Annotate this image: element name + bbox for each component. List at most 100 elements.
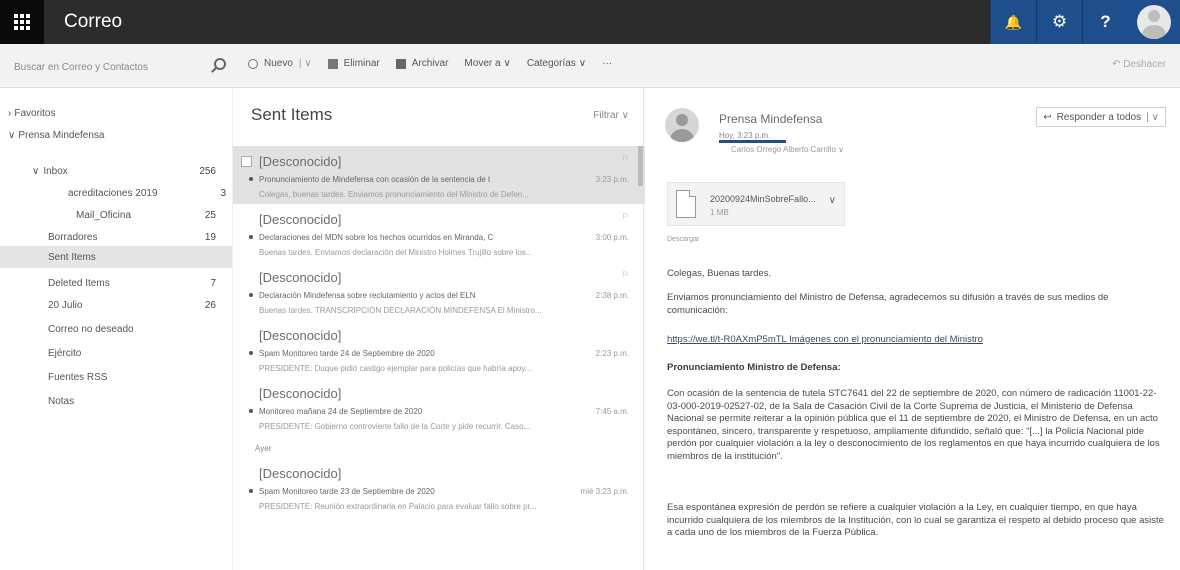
message-sender: [Desconocido]: [259, 328, 342, 343]
chevron-down-icon: ∨: [32, 165, 40, 177]
attachment-size: 1 MB: [710, 208, 729, 217]
folder-mail-oficina[interactable]: Mail_Oficina 25: [76, 204, 216, 226]
unread-dot: [249, 177, 253, 181]
new-button[interactable]: Nuevo | ∨: [248, 58, 312, 69]
chevron-down-icon: ∨: [578, 58, 587, 69]
message-list: Sent Items Filtrar ∨ [Desconocido] ⚐ Pro…: [232, 88, 645, 570]
message-time: 2:23 p.m.: [595, 349, 629, 358]
bell-icon: 🔔: [1004, 13, 1023, 30]
undo-button[interactable]: ↶ Deshacer: [1112, 59, 1166, 70]
search-placeholder: Buscar en Correo y Contactos: [14, 61, 148, 73]
folder-count: 3: [220, 187, 226, 199]
settings-button[interactable]: ⚙: [1036, 0, 1082, 44]
folder-count: 7: [210, 277, 216, 289]
flag-icon[interactable]: ⚐: [622, 154, 629, 163]
list-item[interactable]: [Desconocido] Spam Monitoreo tarde 23 de…: [233, 458, 645, 516]
message-subject: Declaración Mindefensa sobre reclutamien…: [259, 291, 476, 300]
more-actions-button[interactable]: ···: [602, 58, 612, 69]
help-button[interactable]: ?: [1082, 0, 1128, 44]
folder-20-julio[interactable]: 20 Julio 26: [48, 294, 216, 316]
chevron-down-icon[interactable]: | ∨: [299, 58, 312, 69]
suite-header: Correo 🔔 ⚙ ?: [0, 0, 1180, 44]
account-button[interactable]: [1128, 0, 1180, 44]
unread-dot: [249, 235, 253, 239]
message-subject: Pronunciamiento de Mindefensa con ocasió…: [259, 175, 491, 184]
folder-rss[interactable]: Fuentes RSS: [48, 366, 216, 388]
folder-count: 256: [199, 165, 216, 177]
message-sender: [Desconocido]: [259, 386, 342, 401]
folder-pane: › Favoritos ∨ Prensa Mindefensa ∨ Inbox 256 …: [0, 88, 232, 570]
gear-icon: ⚙: [1051, 12, 1068, 31]
delete-label: Eliminar: [343, 58, 380, 69]
message-time: 7:45 a.m.: [595, 407, 629, 416]
archive-button[interactable]: Archivar: [395, 58, 448, 69]
message-time: 2:38 p.m.: [595, 291, 629, 300]
message-preview: Buenas tardes. Enviamos declaración del …: [259, 248, 533, 257]
app-launcher-button[interactable]: [0, 0, 44, 44]
folder-count: 25: [204, 209, 216, 221]
reading-recipients[interactable]: Carlos Orrego Alberto Carrillo ∨: [731, 145, 844, 154]
folder-account[interactable]: ∨ Prensa Mindefensa: [8, 124, 224, 146]
list-item[interactable]: [Desconocido] ⚐ Declaraciones del MDN so…: [233, 204, 645, 262]
message-preview: PRESIDENTE: Gobierno controvierte fallo …: [259, 422, 531, 431]
folder-favorites[interactable]: › Favoritos: [8, 102, 224, 124]
folder-label: acreditaciones 2019: [68, 187, 158, 199]
attachment-name: 20200924MinSobreFallo...: [710, 194, 816, 204]
folder-notes[interactable]: Notas: [48, 390, 216, 412]
reading-pane: Prensa Mindefensa Hoy, 3:23 p.m. Carlos …: [645, 88, 1180, 570]
list-item[interactable]: [Desconocido] ⚐ Declaración Mindefensa s…: [233, 262, 645, 320]
chevron-down-icon[interactable]: | ∨: [1146, 112, 1159, 123]
message-sender: [Desconocido]: [259, 270, 342, 285]
message-subject: Spam Monitoreo tarde 24 de Septiembre de…: [259, 349, 435, 358]
email-intro: Enviamos pronunciamiento del Ministro de…: [667, 292, 1109, 316]
folder-deleted-items[interactable]: Deleted Items 7: [48, 272, 216, 294]
group-header-yesterday: Ayer: [255, 444, 272, 453]
reply-all-icon: ↩: [1043, 111, 1052, 123]
folder-label: Correo no deseado: [48, 323, 134, 335]
folder-label: Ejército: [48, 347, 82, 359]
notifications-button[interactable]: 🔔: [990, 0, 1036, 44]
chevron-down-icon: ∨: [8, 129, 16, 141]
list-item[interactable]: [Desconocido] ⚐ Pronunciamiento de Minde…: [233, 146, 645, 204]
folder-drafts[interactable]: Borradores 19: [48, 226, 216, 248]
chevron-down-icon[interactable]: ∨: [829, 195, 836, 206]
unread-dot: [249, 409, 253, 413]
search-icon[interactable]: [214, 58, 226, 70]
search-input[interactable]: Buscar en Correo y Contactos: [14, 57, 232, 77]
folder-label: Favoritos: [14, 107, 56, 119]
move-to-button[interactable]: Mover a ∨: [464, 58, 510, 69]
reading-sender[interactable]: Prensa Mindefensa: [719, 112, 822, 126]
recipients-label: Carlos Orrego Alberto Carrillo: [731, 145, 836, 154]
scrollbar[interactable]: [638, 146, 643, 186]
list-item[interactable]: [Desconocido] Spam Monitoreo tarde 24 de…: [233, 320, 645, 378]
reading-date: Hoy, 3:23 p.m.: [719, 131, 787, 143]
folder-inbox[interactable]: ∨ Inbox 256: [32, 160, 216, 182]
categories-button[interactable]: Categorías ∨: [527, 58, 586, 69]
reply-all-button[interactable]: ↩ Responder a todos | ∨: [1036, 107, 1166, 127]
message-time: 3:00 p.m.: [595, 233, 629, 242]
folder-sent-items[interactable]: Sent Items: [0, 246, 232, 268]
more-icon: ···: [602, 58, 613, 69]
message-preview: PRESIDENTE: Duque pidió castigo ejemplar…: [259, 364, 532, 373]
attachment-card[interactable]: 20200924MinSobreFallo... 1 MB ∨: [667, 182, 845, 226]
email-greeting: Colegas, Buenas tardes.: [667, 268, 772, 279]
folder-ejercito[interactable]: Ejército: [48, 342, 216, 364]
delete-button[interactable]: Eliminar: [327, 58, 380, 69]
folder-acreditaciones[interactable]: acreditaciones 2019 3: [68, 182, 226, 204]
email-link[interactable]: https://we.tl/t-R0AXmP5mTL Imágenes con …: [667, 334, 1167, 347]
message-preview: PRESIDENTE: Reunión extraordinaria en Pa…: [259, 502, 537, 511]
help-icon: ?: [1100, 12, 1111, 31]
filter-button[interactable]: Filtrar ∨: [593, 110, 629, 121]
email-paragraph-2: Esa espontánea expresión de perdón se re…: [667, 502, 1164, 538]
filter-label: Filtrar: [593, 110, 619, 121]
folder-junk[interactable]: Correo no deseado: [48, 318, 216, 340]
list-item[interactable]: [Desconocido] Monitoreo mañana 24 de Sep…: [233, 378, 645, 436]
message-sender: [Desconocido]: [259, 212, 342, 227]
message-preview: Colegas, buenas tardes. Enviamos pronunc…: [259, 190, 529, 199]
select-checkbox[interactable]: [241, 156, 252, 167]
folder-label: Borradores: [48, 231, 98, 243]
download-link[interactable]: Descargar: [667, 236, 699, 243]
flag-icon[interactable]: ⚐: [622, 212, 629, 221]
flag-icon[interactable]: ⚐: [622, 270, 629, 279]
unread-dot: [249, 293, 253, 297]
